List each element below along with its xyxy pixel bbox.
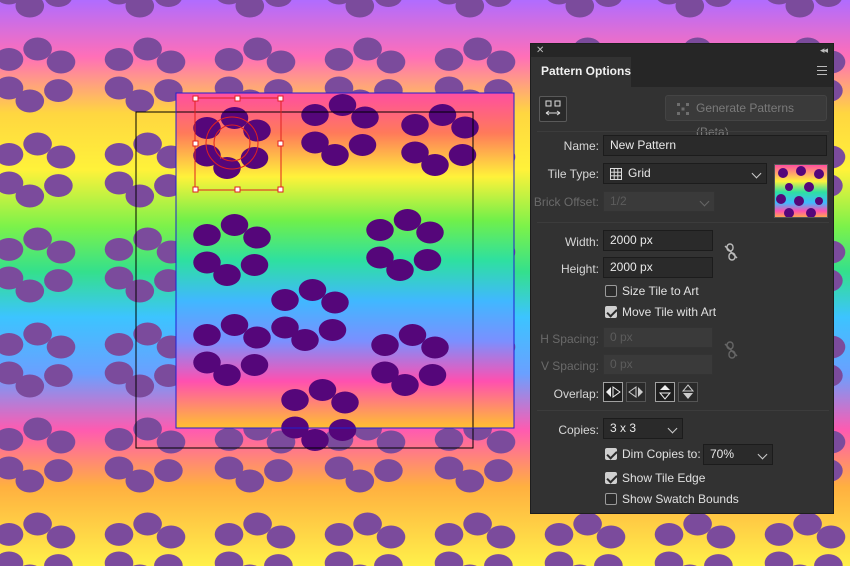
tab-pattern-options[interactable]: Pattern Options — [531, 57, 631, 87]
dim-copies-value: 70% — [710, 447, 735, 461]
show-swatch-bounds-label: Show Swatch Bounds — [622, 492, 739, 506]
checkbox-box[interactable] — [605, 472, 617, 484]
double-chevron-icon[interactable]: ◂◂ — [820, 44, 828, 57]
pattern-swatch-thumbnail — [774, 164, 828, 218]
dim-copies-label: Dim Copies to: — [622, 447, 701, 461]
copies-select[interactable]: 3 x 3 — [603, 418, 683, 439]
width-label: Width: — [564, 235, 599, 249]
panel-tab-row: Pattern Options — [531, 57, 833, 87]
h-spacing-label: H Spacing: — [540, 332, 599, 346]
brick-offset-value: 1/2 — [610, 194, 627, 208]
overlap-label: Overlap: — [553, 387, 599, 401]
link-broken-icon[interactable] — [723, 340, 739, 360]
overlap-top-in-front-button[interactable] — [655, 382, 675, 402]
overlap-right-in-front-button[interactable] — [626, 382, 646, 402]
height-input[interactable]: 2000 px — [603, 257, 713, 278]
tile-type-value: Grid — [628, 166, 651, 180]
size-tile-to-art-label: Size Tile to Art — [622, 284, 699, 298]
width-input[interactable]: 2000 px — [603, 230, 713, 251]
panel-menu-icon[interactable] — [817, 66, 827, 75]
copies-value: 3 x 3 — [610, 421, 637, 435]
checkbox-box[interactable] — [605, 306, 617, 318]
tile-type-select[interactable]: Grid — [603, 163, 767, 184]
chevron-down-icon — [667, 423, 678, 434]
sparkle-grid-icon — [677, 103, 689, 115]
generate-patterns-label: Generate Patterns (Beta) — [696, 101, 795, 139]
pattern-name-input[interactable]: New Pattern — [603, 135, 827, 156]
dim-copies-select[interactable]: 70% — [703, 444, 773, 465]
chevron-down-icon — [757, 449, 768, 460]
overlap-bottom-icon — [681, 384, 695, 399]
overlap-left-in-front-button[interactable] — [603, 382, 623, 402]
chevron-down-icon — [699, 196, 710, 207]
overlap-top-icon — [658, 385, 672, 400]
pattern-options-panel: ✕ ◂◂ Pattern Options Generate Patterns (… — [530, 43, 834, 514]
v-spacing-label: V Spacing: — [540, 359, 599, 373]
v-spacing-input[interactable]: 0 px — [603, 354, 713, 375]
overlap-bottom-in-front-button[interactable] — [678, 382, 698, 402]
checkbox-box[interactable] — [605, 493, 617, 505]
brick-offset-label: Brick Offset: — [533, 195, 599, 209]
copies-label: Copies: — [558, 423, 599, 437]
pattern-tile-tool-button[interactable] — [539, 96, 567, 122]
checkbox-box[interactable] — [605, 285, 617, 297]
divider — [537, 410, 829, 411]
grid-icon — [610, 168, 622, 180]
checkbox-box[interactable] — [605, 448, 617, 460]
h-spacing-input[interactable]: 0 px — [603, 327, 713, 348]
show-tile-edge-label: Show Tile Edge — [622, 471, 706, 485]
pattern-tile-tool-icon — [545, 100, 561, 116]
divider — [537, 222, 829, 223]
move-tile-with-art-label: Move Tile with Art — [622, 305, 717, 319]
chevron-down-icon — [751, 168, 762, 179]
name-label: Name: — [563, 139, 599, 153]
height-label: Height: — [560, 262, 599, 276]
brick-offset-select[interactable]: 1/2 — [603, 191, 715, 212]
overlap-right-icon — [628, 386, 643, 398]
divider — [537, 131, 829, 132]
link-broken-icon[interactable] — [723, 242, 739, 262]
generate-patterns-button[interactable]: Generate Patterns (Beta) — [665, 95, 827, 139]
panel-title-bar[interactable]: ✕ ◂◂ — [531, 44, 833, 57]
tile-type-label: Tile Type: — [547, 167, 599, 181]
close-icon[interactable]: ✕ — [536, 44, 544, 57]
overlap-left-icon — [606, 386, 621, 398]
